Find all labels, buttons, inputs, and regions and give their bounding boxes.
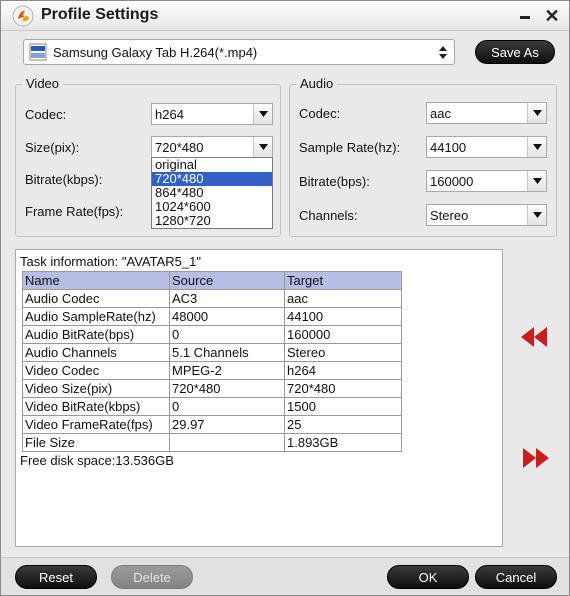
- table-row: Video Size(pix) 720*480 720*480: [22, 379, 402, 398]
- table-cell: Video Codec: [22, 361, 170, 380]
- table-cell: Audio Channels: [22, 343, 170, 362]
- table-row: Video FrameRate(fps) 29.97 25: [22, 415, 402, 434]
- audio-bitrate-value: 160000: [430, 174, 474, 189]
- size-option[interactable]: 1024*600: [152, 200, 272, 214]
- table-row: Video Codec MPEG-2 h264: [22, 361, 402, 380]
- table-row: Audio Channels 5.1 Channels Stereo: [22, 343, 402, 362]
- column-header: Source: [169, 271, 285, 290]
- size-option[interactable]: 864*480: [152, 186, 272, 200]
- table-cell: AC3: [169, 289, 285, 308]
- table-cell: Video FrameRate(fps): [22, 415, 170, 434]
- audio-channels-label: Channels:: [299, 208, 358, 223]
- video-size-options-list: original 720*480 864*480 1024*600 1280*7…: [151, 157, 273, 229]
- audio-channels-value: Stereo: [430, 208, 469, 223]
- audio-channels-dropdown[interactable]: Stereo: [426, 204, 547, 226]
- chevron-down-icon[interactable]: [527, 171, 546, 191]
- cancel-button[interactable]: Cancel: [475, 565, 557, 589]
- profile-settings-window: Profile Settings ✕ Samsung Galaxy Tab H.…: [0, 0, 570, 596]
- video-codec-dropdown[interactable]: h264: [151, 103, 273, 125]
- minimize-button[interactable]: [516, 7, 534, 25]
- audio-samplerate-label: Sample Rate(hz):: [299, 140, 401, 155]
- chevron-down-icon[interactable]: [527, 205, 546, 225]
- table-cell: MPEG-2: [169, 361, 285, 380]
- updown-arrows-icon: [439, 46, 447, 59]
- table-cell: [169, 433, 285, 452]
- video-size-dropdown[interactable]: 720*480: [151, 136, 273, 158]
- table-cell: 29.97: [169, 415, 285, 434]
- table-cell: File Size: [22, 433, 170, 452]
- audio-samplerate-dropdown[interactable]: 44100: [426, 136, 547, 158]
- audio-codec-value: aac: [430, 106, 451, 121]
- video-size-label: Size(pix):: [25, 140, 80, 155]
- table-cell: 1500: [284, 397, 402, 416]
- reset-button[interactable]: Reset: [15, 565, 97, 589]
- table-cell: 25: [284, 415, 402, 434]
- table-row: File Size 1.893GB: [22, 433, 402, 452]
- video-size-value: 720*480: [155, 140, 204, 155]
- table-cell: Stereo: [284, 343, 402, 362]
- audio-group-title: Audio: [296, 76, 338, 91]
- table-cell: Video Size(pix): [22, 379, 170, 398]
- table-cell: Audio BitRate(bps): [22, 325, 170, 344]
- task-info-table: Name Source Target Audio Codec AC3 aac Aud…: [22, 271, 402, 452]
- table-cell: 1.893GB: [284, 433, 402, 452]
- table-cell: aac: [284, 289, 402, 308]
- table-cell: 160000: [284, 325, 402, 344]
- delete-button[interactable]: Delete: [111, 565, 193, 589]
- column-header: Name: [22, 271, 170, 290]
- table-cell: 720*480: [169, 379, 285, 398]
- column-header: Target: [284, 271, 402, 290]
- audio-codec-label: Codec:: [299, 106, 341, 121]
- table-cell: Audio Codec: [22, 289, 170, 308]
- ok-button[interactable]: OK: [387, 565, 469, 589]
- video-bitrate-label: Bitrate(kbps):: [25, 172, 103, 187]
- size-option[interactable]: original: [152, 158, 272, 172]
- task-info-panel: Task information: "AVATAR5_1" Name Sourc…: [15, 249, 503, 547]
- save-as-button[interactable]: Save As: [475, 40, 555, 64]
- fast-forward-arrow-icon[interactable]: [521, 447, 551, 469]
- table-row: Audio BitRate(bps) 0 160000: [22, 325, 402, 344]
- app-logo-icon: [12, 5, 34, 27]
- table-cell: Video BitRate(kbps): [22, 397, 170, 416]
- chevron-down-icon[interactable]: [527, 103, 546, 123]
- free-disk-space: Free disk space:13.536GB: [20, 453, 174, 468]
- video-codec-value: h264: [155, 107, 184, 122]
- video-codec-label: Codec:: [25, 107, 67, 122]
- table-cell: Audio SampleRate(hz): [22, 307, 170, 326]
- video-group-title: Video: [22, 76, 64, 91]
- profile-dropdown[interactable]: Samsung Galaxy Tab H.264(*.mp4): [23, 39, 455, 65]
- table-row: Audio SampleRate(hz) 48000 44100: [22, 307, 402, 326]
- table-cell: h264: [284, 361, 402, 380]
- table-cell: 5.1 Channels: [169, 343, 285, 362]
- size-option-selected[interactable]: 720*480: [152, 172, 272, 186]
- chevron-down-icon[interactable]: [527, 137, 546, 157]
- video-framerate-label: Frame Rate(fps):: [25, 204, 124, 219]
- video-file-icon: [29, 43, 47, 61]
- chevron-down-icon[interactable]: [253, 104, 272, 124]
- table-cell: 0: [169, 397, 285, 416]
- table-header-row: Name Source Target: [22, 271, 402, 290]
- table-row: Video BitRate(kbps) 0 1500: [22, 397, 402, 416]
- table-row: Audio Codec AC3 aac: [22, 289, 402, 308]
- title-bar: Profile Settings ✕: [1, 1, 569, 31]
- rewind-arrow-icon[interactable]: [519, 326, 549, 348]
- size-option[interactable]: 1280*720: [152, 214, 272, 228]
- task-info-heading: Task information: "AVATAR5_1": [20, 254, 201, 269]
- audio-samplerate-value: 44100: [430, 140, 467, 155]
- table-cell: 48000: [169, 307, 285, 326]
- audio-codec-dropdown[interactable]: aac: [426, 102, 547, 124]
- table-cell: 0: [169, 325, 285, 344]
- profile-selected-label: Samsung Galaxy Tab H.264(*.mp4): [53, 45, 258, 60]
- table-cell: 720*480: [284, 379, 402, 398]
- table-cell: 44100: [284, 307, 402, 326]
- window-title: Profile Settings: [41, 6, 159, 23]
- chevron-down-icon[interactable]: [253, 137, 272, 157]
- close-button[interactable]: ✕: [542, 6, 562, 26]
- audio-bitrate-dropdown[interactable]: 160000: [426, 170, 547, 192]
- audio-bitrate-label: Bitrate(bps):: [299, 174, 370, 189]
